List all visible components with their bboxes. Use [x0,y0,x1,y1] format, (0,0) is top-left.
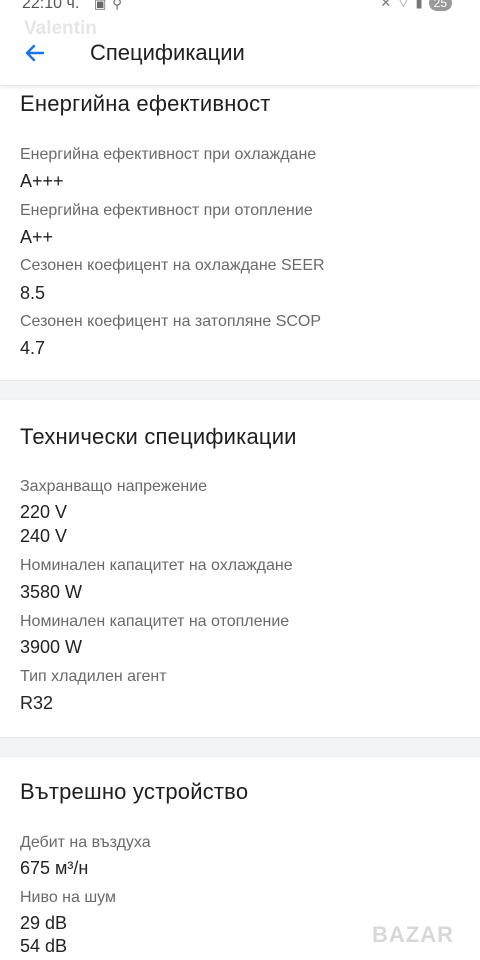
spec-label-cooling-capacity: Номинален капацитет на охлаждане [20,557,293,574]
spec-value-heating-capacity: 3900 W [20,637,83,657]
spec-label-airflow: Дебит на въздуха [20,834,151,851]
spec-label-refrigerant: Тип хладилен агент [20,668,167,685]
screenshot-icon: ▣ [94,0,113,11]
spec-value-cooling-capacity: 3580 W [20,582,83,602]
spec-label-heating-capacity: Номинален капацитет на отопление [20,613,290,630]
status-notification-icons: ▣⚲ [94,0,128,12]
spec-label-noise: Ниво на шум [20,889,116,906]
spec-label-scop: Сезонен коефицент на затопляне SCOP [20,313,322,330]
battery-indicator: 25 [428,0,452,11]
section-title-energy: Енергийна ефективност [20,91,271,116]
section-title-indoor: Вътрешно устройство [20,779,249,804]
spec-value-noise-2: 54 dB [20,936,68,956]
wifi-icon: ⌔ [397,0,410,10]
app-bar: Спецификации [0,14,480,86]
spec-value-seer: 8.5 [20,283,46,303]
spec-value-heating-efficiency: A++ [20,227,54,247]
section-divider [0,737,480,757]
status-time: 22:10 ч. [22,0,80,12]
spec-label-heating-efficiency: Енергийна ефективност при отопление [20,202,313,219]
spec-value-refrigerant: R32 [20,693,54,713]
back-arrow-icon [25,44,45,62]
logo-text: BAZAR [372,922,454,947]
section-divider [0,380,480,400]
status-bar: 22:10 ч. ▣⚲ ✕ ⌔ ▮ 25 [0,0,480,14]
spec-value-cooling-efficiency: A+++ [20,171,64,191]
bazar-logo: BAZAR [372,922,454,947]
spec-value-noise-1: 29 dB [20,913,68,933]
spec-value-airflow: 675 м³/н [20,858,89,878]
spec-label-cooling-efficiency: Енергийна ефективност при охлаждане [20,146,317,163]
status-right: ✕ ⌔ ▮ 25 [380,0,452,11]
spec-value-scop: 4.7 [20,338,46,358]
section-title-technical: Технически спецификации [20,424,297,449]
spec-value-voltage-2: 240 V [20,526,68,546]
page-title: Спецификации [90,40,245,65]
signal-icon: ▮ [415,0,423,10]
accessibility-icon: ⚲ [112,0,128,11]
spec-label-seer: Сезонен коефицент на охлаждане SEER [20,257,325,274]
mute-icon: ✕ [380,0,392,10]
back-button[interactable] [18,36,52,70]
spec-label-voltage: Захранващо напрежение [20,478,208,495]
spec-value-voltage-1: 220 V [20,502,68,522]
